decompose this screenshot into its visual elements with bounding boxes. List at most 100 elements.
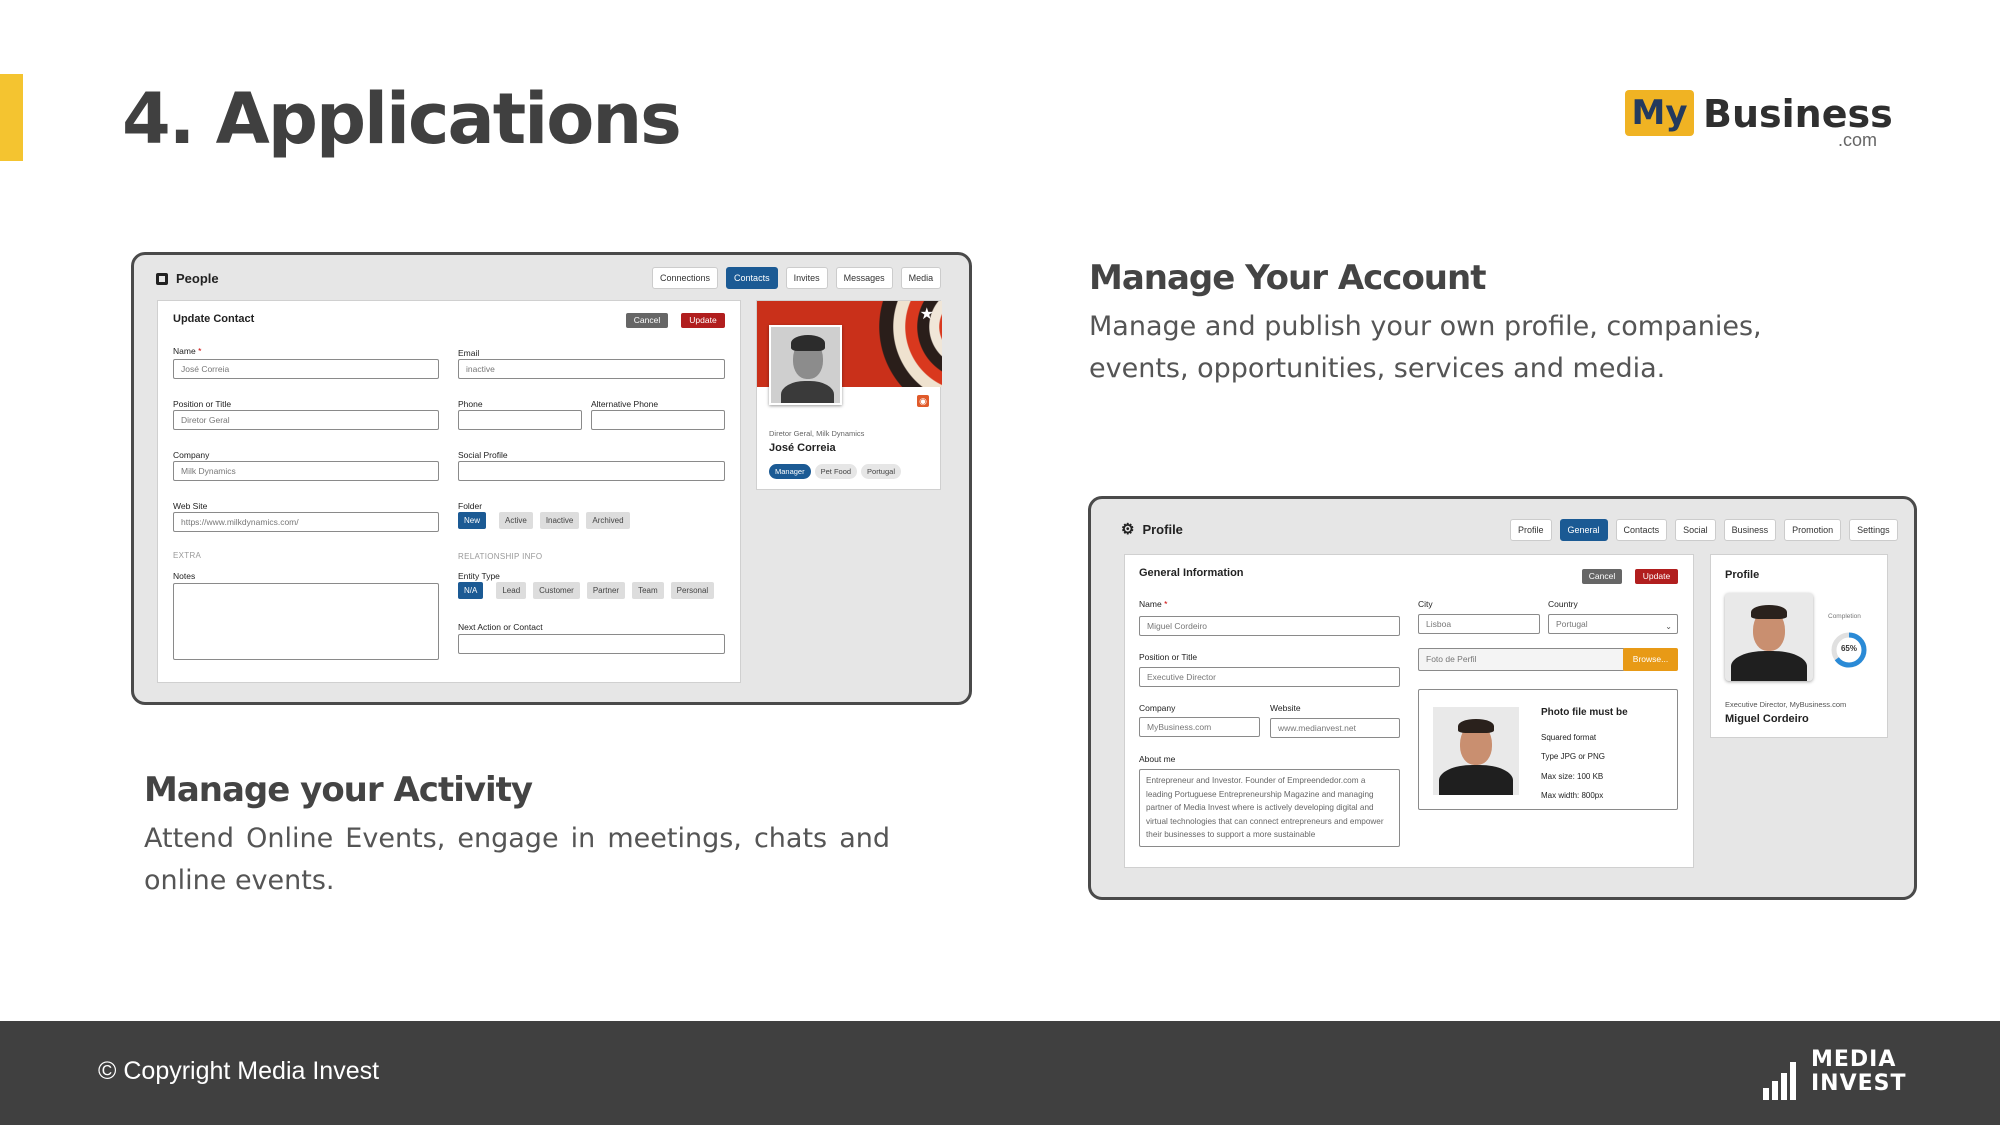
profile-photo-hair [1751, 605, 1787, 619]
globe-icon[interactable]: ◉ [917, 395, 929, 407]
name-input[interactable]: José Correia [173, 359, 439, 379]
about-label: About me [1139, 754, 1176, 764]
profile-tabs: Profile General Contacts Social Business… [1510, 519, 1898, 541]
page-title: 4. Applications [122, 78, 682, 160]
folder-inactive[interactable]: Inactive [539, 512, 580, 529]
people-tabs: Connections Contacts Invites Messages Me… [652, 267, 942, 289]
entity-team[interactable]: Team [632, 582, 664, 599]
name-label: Name * [1139, 599, 1167, 609]
contact-name: José Correia [769, 442, 836, 454]
tab-promotion[interactable]: Promotion [1784, 519, 1842, 541]
country-value: Portugal [1556, 619, 1588, 629]
entity-partner[interactable]: Partner [586, 582, 626, 599]
profile-photo [1725, 593, 1813, 681]
profile-window-title: ⚙ Profile [1121, 520, 1183, 538]
contact-photo [769, 325, 842, 405]
logo-line-media: MEDIA [1811, 1047, 1897, 1072]
country-select[interactable]: Portugal ⌄ [1548, 614, 1678, 634]
name-label-text: Name [1139, 599, 1162, 609]
city-input[interactable]: Lisboa [1418, 614, 1540, 634]
update-contact-card: Update Contact Cancel Update Name * José… [157, 300, 741, 683]
tab-media[interactable]: Media [900, 267, 942, 289]
media-invest-wordmark: MEDIA INVEST [1811, 1048, 1907, 1096]
contact-subtitle: Diretor Geral, Milk Dynamics [769, 429, 865, 438]
position-label: Position or Title [1139, 652, 1198, 662]
logo-line-invest: INVEST [1811, 1071, 1907, 1096]
photo-file-input[interactable]: Foto de Perfil [1418, 648, 1625, 671]
website-input[interactable]: https://www.milkdynamics.com/ [173, 512, 439, 532]
completion-ring: 65% [1829, 630, 1869, 670]
tab-messages[interactable]: Messages [835, 267, 893, 289]
entity-na[interactable]: N/A [458, 582, 484, 599]
media-invest-logo: MEDIA INVEST [1763, 1046, 1906, 1102]
tab-social[interactable]: Social [1675, 519, 1716, 541]
footer: © Copyright Media Invest MEDIA INVEST [0, 1021, 2000, 1125]
update-contact-heading: Update Contact [173, 313, 255, 325]
tab-connections[interactable]: Connections [652, 267, 719, 289]
contact-profile-card: ★ ◉ Diretor Geral, Milk Dynamics José Co… [756, 300, 942, 490]
required-mark: * [198, 346, 202, 356]
gear-icon: ⚙ [1121, 520, 1135, 538]
website-label: Web Site [173, 501, 208, 511]
entity-lead[interactable]: Lead [496, 582, 527, 599]
photo-rule-3: Max size: 100 KB [1541, 772, 1604, 781]
entity-personal[interactable]: Personal [670, 582, 715, 599]
people-icon [156, 272, 168, 285]
name-label-text: Name [173, 346, 196, 356]
entity-type-label: Entity Type [458, 571, 500, 581]
tab-contacts[interactable]: Contacts [726, 267, 778, 289]
tag-portugal[interactable]: Portugal [861, 464, 901, 479]
company-label: Company [173, 450, 210, 460]
profile-subtitle: Executive Director, MyBusiness.com [1725, 700, 1847, 709]
photo-body [781, 381, 834, 403]
tab-profile[interactable]: Profile [1510, 519, 1552, 541]
tab-invites[interactable]: Invites [785, 267, 828, 289]
name-label: Name * [173, 346, 201, 356]
entity-customer[interactable]: Customer [533, 582, 580, 599]
required-mark: * [1164, 599, 1168, 609]
cancel-button[interactable]: Cancel [1582, 569, 1622, 584]
website-input[interactable]: www.medianvest.net [1270, 718, 1400, 738]
star-icon[interactable]: ★ [920, 307, 934, 323]
phone-input[interactable] [458, 410, 582, 430]
next-action-input[interactable] [458, 634, 725, 654]
tab-business[interactable]: Business [1723, 519, 1777, 541]
profile-window: ⚙ Profile Profile General Contacts Socia… [1088, 496, 1917, 900]
position-input[interactable]: Executive Director [1139, 667, 1400, 687]
folder-new[interactable]: New [458, 512, 487, 529]
photo-hair [791, 335, 825, 351]
social-input[interactable] [458, 461, 725, 481]
tag-manager[interactable]: Manager [769, 464, 811, 479]
browse-button[interactable]: Browse... [1623, 648, 1678, 671]
position-label: Position or Title [173, 399, 232, 409]
brand-com: .com [1837, 130, 1877, 150]
tab-general[interactable]: General [1559, 519, 1608, 541]
company-input[interactable]: Milk Dynamics [173, 461, 439, 481]
preview-body [1439, 765, 1513, 795]
alt-phone-input[interactable] [591, 410, 725, 430]
account-section-title: Manage Your Account [1089, 258, 1486, 298]
folder-archived[interactable]: Archived [586, 512, 630, 529]
folder-active[interactable]: Active [499, 512, 533, 529]
name-input[interactable]: Miguel Cordeiro [1139, 616, 1400, 636]
chevron-down-icon: ⌄ [1665, 622, 1672, 631]
people-window: People Connections Contacts Invites Mess… [131, 252, 972, 705]
position-input[interactable]: Diretor Geral [173, 410, 439, 430]
profile-photo-preview [1433, 707, 1519, 795]
preview-hair [1458, 719, 1494, 733]
update-button[interactable]: Update [681, 313, 725, 328]
tag-pet-food[interactable]: Pet Food [814, 464, 858, 479]
email-input[interactable]: inactive [458, 359, 725, 379]
about-textarea[interactable]: Entrepreneur and Investor. Founder of Em… [1139, 769, 1400, 847]
profile-photo-body [1731, 651, 1807, 681]
social-label: Social Profile [458, 450, 508, 460]
tab-contacts[interactable]: Contacts [1615, 519, 1668, 541]
tab-settings[interactable]: Settings [1849, 519, 1898, 541]
notes-textarea[interactable] [173, 583, 439, 660]
activity-section-body: Attend Online Events, engage in meetings… [144, 823, 890, 896]
brand-my: My [1625, 90, 1694, 136]
cancel-button[interactable]: Cancel [626, 313, 668, 328]
company-input[interactable]: MyBusiness.com [1139, 717, 1260, 737]
completion-value: 65% [1840, 644, 1857, 653]
update-button[interactable]: Update [1635, 569, 1678, 584]
